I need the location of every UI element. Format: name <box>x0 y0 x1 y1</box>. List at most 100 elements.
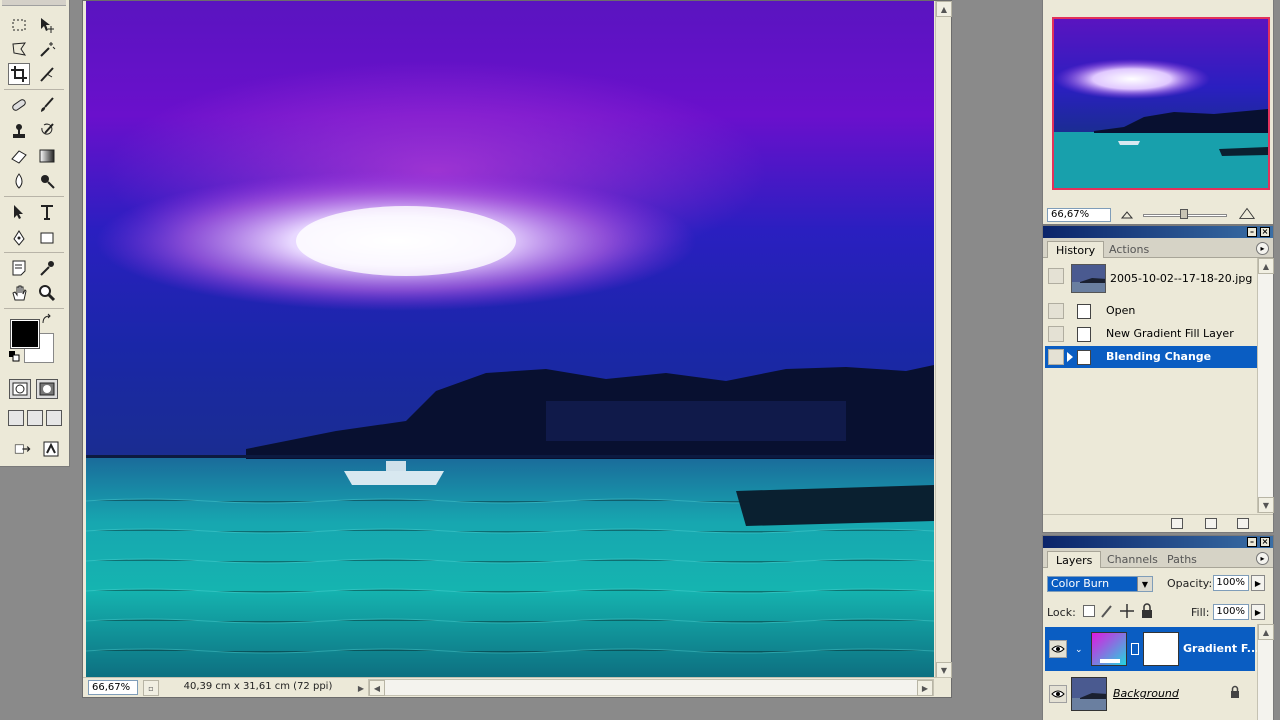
notes-tool-icon[interactable] <box>8 257 30 279</box>
history-state-slider-icon[interactable] <box>1067 352 1073 362</box>
snapshot-source-icon[interactable] <box>1048 268 1064 284</box>
standard-screen-mode-icon[interactable] <box>8 410 24 426</box>
tab-channels[interactable]: Channels <box>1099 551 1166 568</box>
layers-titlebar[interactable]: – × <box>1043 536 1273 548</box>
move-tool-icon[interactable] <box>36 14 58 36</box>
toolbox-handle[interactable] <box>2 0 66 6</box>
blend-mode-select[interactable]: Color Burn ▼ <box>1047 576 1153 592</box>
panel-menu-icon[interactable]: ▸ <box>1256 242 1269 255</box>
navigator-zoom-field[interactable]: 66,67% <box>1047 208 1111 222</box>
snapshot-thumbnail[interactable] <box>1071 264 1106 293</box>
full-screen-menu-mode-icon[interactable] <box>27 410 43 426</box>
lock-all-icon[interactable] <box>1139 603 1155 619</box>
jump-to-imageready-icon[interactable] <box>8 438 38 460</box>
lock-image-icon[interactable] <box>1099 603 1115 619</box>
document-status-icon[interactable]: ▫ <box>143 680 159 696</box>
default-colors-icon[interactable] <box>8 350 20 362</box>
history-titlebar[interactable]: – × <box>1043 226 1273 238</box>
panel-menu-icon[interactable]: ▸ <box>1256 552 1269 565</box>
close-icon[interactable]: × <box>1260 537 1270 547</box>
layer-row[interactable]: Background <box>1045 672 1255 716</box>
navigator-slider-knob[interactable] <box>1180 209 1188 219</box>
layer-mask-thumbnail[interactable] <box>1143 632 1179 666</box>
path-selection-tool-icon[interactable] <box>8 201 30 223</box>
marquee-tool-icon[interactable] <box>8 14 30 36</box>
history-tabs: History Actions <box>1043 238 1273 258</box>
swap-colors-icon[interactable] <box>40 313 54 327</box>
shape-tool-icon[interactable] <box>36 227 58 249</box>
history-item[interactable]: Open <box>1045 300 1257 322</box>
horizontal-scrollbar[interactable]: ◀ ▶ <box>368 679 934 696</box>
healing-brush-tool-icon[interactable] <box>8 94 30 116</box>
layer-name[interactable]: Background <box>1113 687 1179 700</box>
dodge-tool-icon[interactable] <box>36 170 58 192</box>
clone-stamp-tool-icon[interactable] <box>8 120 30 142</box>
quick-mask-mode-icon[interactable] <box>36 379 58 399</box>
history-item[interactable]: New Gradient Fill Layer <box>1045 323 1257 345</box>
brush-tool-icon[interactable] <box>36 94 58 116</box>
gradient-layer-thumbnail[interactable] <box>1091 632 1127 666</box>
scroll-up-icon[interactable]: ▲ <box>936 1 952 17</box>
vertical-scrollbar[interactable]: ▲ ▼ <box>935 1 952 678</box>
zoom-tool-icon[interactable] <box>36 282 58 304</box>
navigator-thumbnail[interactable] <box>1052 17 1270 190</box>
eyedropper-tool-icon[interactable] <box>36 257 58 279</box>
type-tool-icon[interactable] <box>36 201 58 223</box>
create-snapshot-icon[interactable] <box>1205 518 1217 529</box>
layers-scrollbar[interactable]: ▲ <box>1257 624 1274 720</box>
history-item-label: Blending Change <box>1106 350 1212 363</box>
layer-name[interactable]: Gradient F... <box>1183 642 1259 655</box>
history-scrollbar[interactable]: ▲ ▼ <box>1257 258 1274 513</box>
eye-icon[interactable] <box>1049 685 1067 703</box>
zoom-out-icon[interactable] <box>1119 206 1135 222</box>
history-source-checkbox[interactable] <box>1048 326 1064 342</box>
scroll-up-icon[interactable]: ▲ <box>1258 258 1274 274</box>
history-source-checkbox[interactable] <box>1048 349 1064 365</box>
crop-tool-icon[interactable] <box>8 63 30 85</box>
imageready-icon[interactable] <box>40 438 62 460</box>
tab-paths[interactable]: Paths <box>1159 551 1205 568</box>
opacity-slider-arrow-icon[interactable]: ▶ <box>1251 575 1265 591</box>
fill-slider-arrow-icon[interactable]: ▶ <box>1251 604 1265 620</box>
zoom-in-icon[interactable] <box>1237 204 1257 222</box>
tab-actions[interactable]: Actions <box>1101 241 1157 258</box>
full-screen-mode-icon[interactable] <box>46 410 62 426</box>
trash-icon[interactable] <box>1237 518 1249 529</box>
chevron-down-icon[interactable]: ▼ <box>1137 577 1152 591</box>
scroll-down-icon[interactable]: ▼ <box>1258 497 1274 513</box>
lock-position-icon[interactable] <box>1119 603 1135 619</box>
minimize-icon[interactable]: – <box>1247 537 1257 547</box>
minimize-icon[interactable]: – <box>1247 227 1257 237</box>
hand-tool-icon[interactable] <box>8 282 30 304</box>
fill-field[interactable]: 100% <box>1213 604 1249 620</box>
tab-layers[interactable]: Layers <box>1047 551 1102 568</box>
pen-tool-icon[interactable] <box>8 227 30 249</box>
tab-history[interactable]: History <box>1047 241 1105 258</box>
eye-icon[interactable] <box>1049 640 1067 658</box>
new-document-from-state-icon[interactable] <box>1171 518 1183 529</box>
scroll-down-icon[interactable]: ▼ <box>936 662 952 678</box>
blur-tool-icon[interactable] <box>8 170 30 192</box>
history-source-checkbox[interactable] <box>1048 303 1064 319</box>
gradient-tool-icon[interactable] <box>36 145 58 167</box>
layer-mask-link-icon[interactable] <box>1131 643 1139 655</box>
magic-wand-tool-icon[interactable] <box>36 38 58 60</box>
lock-transparency-icon[interactable] <box>1083 605 1095 617</box>
close-icon[interactable]: × <box>1260 227 1270 237</box>
status-menu-arrow-icon[interactable]: ▶ <box>353 680 369 696</box>
scroll-up-icon[interactable]: ▲ <box>1258 624 1274 640</box>
history-item-selected[interactable]: Blending Change <box>1045 346 1257 368</box>
background-layer-thumbnail[interactable] <box>1071 677 1107 711</box>
slice-tool-icon[interactable] <box>36 63 58 85</box>
scroll-left-icon[interactable]: ◀ <box>369 680 385 696</box>
layer-row-selected[interactable]: ⌄ Gradient F... <box>1045 627 1259 671</box>
standard-mode-icon[interactable] <box>9 379 31 399</box>
eraser-tool-icon[interactable] <box>8 145 30 167</box>
history-brush-tool-icon[interactable] <box>36 120 58 142</box>
lasso-tool-icon[interactable] <box>8 38 30 60</box>
scroll-right-icon[interactable]: ▶ <box>917 680 933 696</box>
document-canvas[interactable] <box>86 1 934 678</box>
foreground-color-swatch[interactable] <box>10 319 40 349</box>
zoom-field[interactable]: 66,67% <box>88 680 138 695</box>
opacity-field[interactable]: 100% <box>1213 575 1249 591</box>
